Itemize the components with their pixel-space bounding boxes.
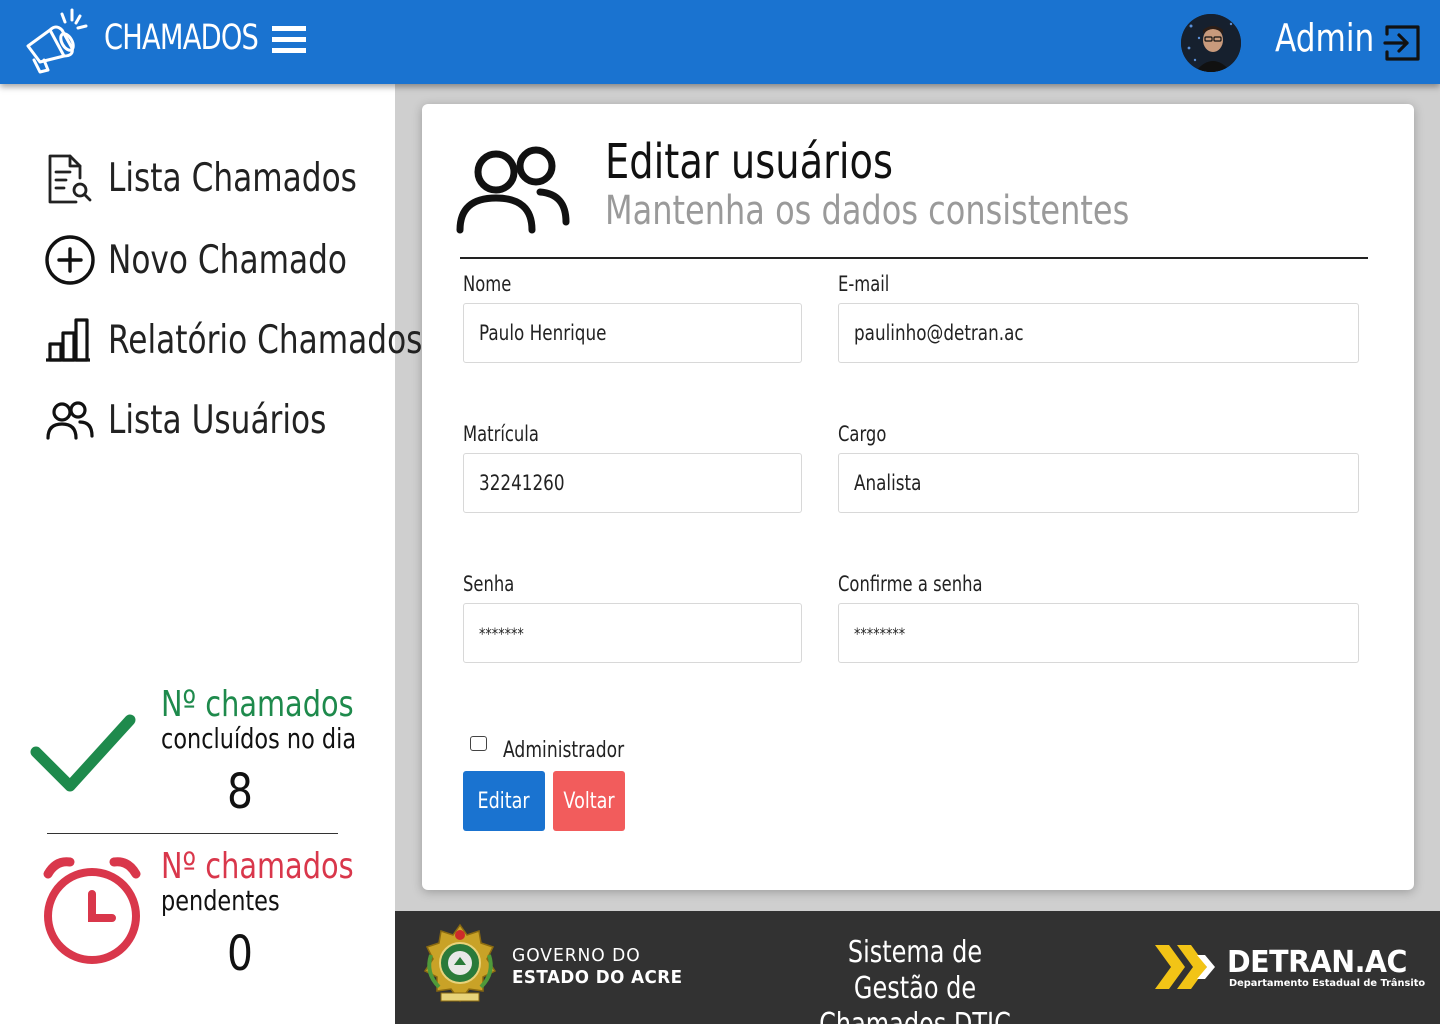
users-icon [46, 401, 94, 440]
email-input[interactable]: paulinho@detran.ac [838, 303, 1359, 363]
sidebar: Lista Chamados Novo Chamado Relatório Ch… [0, 84, 422, 1024]
matricula-input[interactable]: 32241260 [463, 453, 802, 513]
sidebar-item-novo-chamado[interactable]: Novo Chamado [44, 232, 407, 288]
cargo-input[interactable]: Analista [838, 453, 1359, 513]
hamburger-menu-icon[interactable] [272, 22, 306, 58]
user-photo [1181, 14, 1241, 72]
document-search-icon [48, 154, 92, 204]
megaphone-icon [26, 8, 88, 74]
nome-input[interactable]: Paulo Henrique [463, 303, 802, 363]
sidebar-item-label: Novo Chamado [108, 237, 347, 283]
detran-name: DETRAN.AC [1227, 945, 1407, 980]
cargo-label: Cargo [838, 422, 887, 446]
stat-divider [47, 833, 338, 834]
confirme-senha-input[interactable]: ******** [838, 603, 1359, 663]
page-title: Editar usuários [605, 134, 894, 190]
pending-stat-title: Nº chamados [161, 846, 354, 887]
users-icon [456, 146, 570, 234]
logout-icon[interactable] [1383, 24, 1421, 62]
page-subtitle: Mantenha os dados consistentes [605, 188, 1130, 234]
matricula-label: Matrícula [463, 422, 539, 446]
admin-checkbox-label[interactable]: Administrador [503, 738, 624, 763]
plus-circle-icon [45, 235, 95, 285]
alarm-clock-icon [43, 857, 141, 964]
confirme-senha-label: Confirme a senha [838, 572, 983, 596]
completed-stat-value: 8 [227, 764, 253, 820]
acre-coat-of-arms-icon [423, 923, 497, 1003]
senha-label: Senha [463, 572, 515, 596]
admin-checkbox[interactable] [470, 736, 487, 751]
pending-stat-subtitle: pendentes [161, 884, 280, 917]
sidebar-item-lista-chamados[interactable]: Lista Chamados [44, 150, 419, 206]
avatar[interactable] [1181, 14, 1241, 72]
nome-label: Nome [463, 272, 512, 296]
check-icon [30, 714, 136, 792]
detran-chevron-icon [1155, 945, 1215, 989]
back-button[interactable]: Voltar [553, 771, 625, 831]
title-divider [460, 257, 1368, 259]
sidebar-item-label: Lista Usuários [108, 397, 327, 443]
edit-user-card: Editar usuários Mantenha os dados consis… [422, 104, 1414, 890]
email-label: E-mail [838, 272, 890, 296]
detran-subtitle: Departamento Estadual de Trânsito [1229, 978, 1426, 989]
sidebar-item-label: Relatório Chamados [108, 317, 423, 363]
edit-button[interactable]: Editar [463, 771, 545, 831]
top-bar: CHAMADOS Admin [0, 0, 1440, 84]
completed-stat-title: Nº chamados [161, 684, 354, 725]
app-title: CHAMADOS [104, 18, 259, 58]
gov-line1: GOVERNO DO [512, 945, 641, 966]
user-name[interactable]: Admin [1275, 16, 1374, 60]
pending-stat-value: 0 [227, 926, 253, 982]
footer: GOVERNO DO ESTADO DO ACRE Sistema de Ges… [395, 911, 1440, 1024]
senha-input[interactable]: ******* [463, 603, 802, 663]
bar-chart-icon [46, 318, 90, 362]
sidebar-item-label: Lista Chamados [108, 155, 357, 201]
sidebar-item-lista-usuarios[interactable]: Lista Usuários [44, 392, 381, 448]
system-title: Sistema de Gestão de Chamados DTIC [819, 935, 1011, 1024]
gov-line2: ESTADO DO ACRE [512, 967, 683, 988]
completed-stat-subtitle: concluídos no dia [161, 722, 357, 755]
